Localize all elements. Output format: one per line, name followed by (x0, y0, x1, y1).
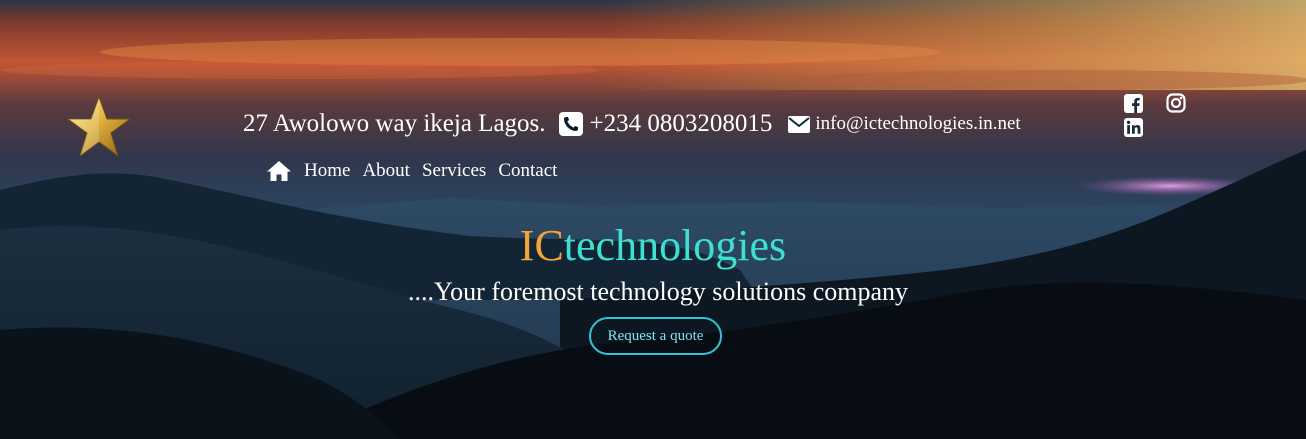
phone-number: +234 0803208015 (589, 110, 773, 137)
nav-link-services[interactable]: Services (422, 160, 486, 182)
home-icon[interactable] (266, 160, 292, 182)
envelope-icon (788, 115, 811, 133)
main-nav: Home About Services Contact (266, 160, 569, 182)
email-contact[interactable]: info@ictechnologies.in.net (788, 113, 1021, 135)
nav-link-about[interactable]: About (362, 160, 410, 182)
sunset-mountains-background (0, 0, 1306, 439)
gold-star-icon[interactable] (66, 95, 132, 159)
phone-square-icon (558, 112, 583, 136)
tagline: ....Your foremost technology solutions c… (408, 277, 908, 306)
phone-contact[interactable]: +234 0803208015 (558, 110, 773, 138)
brand-suffix: technologies (563, 221, 787, 270)
linkedin-icon[interactable] (1124, 118, 1143, 137)
instagram-icon[interactable] (1166, 93, 1186, 113)
contact-bar: 27 Awolowo way ikeja Lagos. +234 0803208… (243, 110, 1021, 138)
nav-link-contact[interactable]: Contact (498, 160, 557, 182)
address-text: 27 Awolowo way ikeja Lagos. (243, 110, 546, 137)
brand-prefix: IC (519, 221, 564, 270)
request-quote-button[interactable]: Request a quote (589, 317, 722, 355)
email-address: info@ictechnologies.in.net (815, 113, 1021, 134)
brand-heading: ICtechnologies (0, 221, 1306, 270)
facebook-icon[interactable] (1124, 94, 1143, 113)
hero-banner: 27 Awolowo way ikeja Lagos. +234 0803208… (0, 0, 1306, 439)
nav-link-home[interactable]: Home (304, 160, 350, 182)
